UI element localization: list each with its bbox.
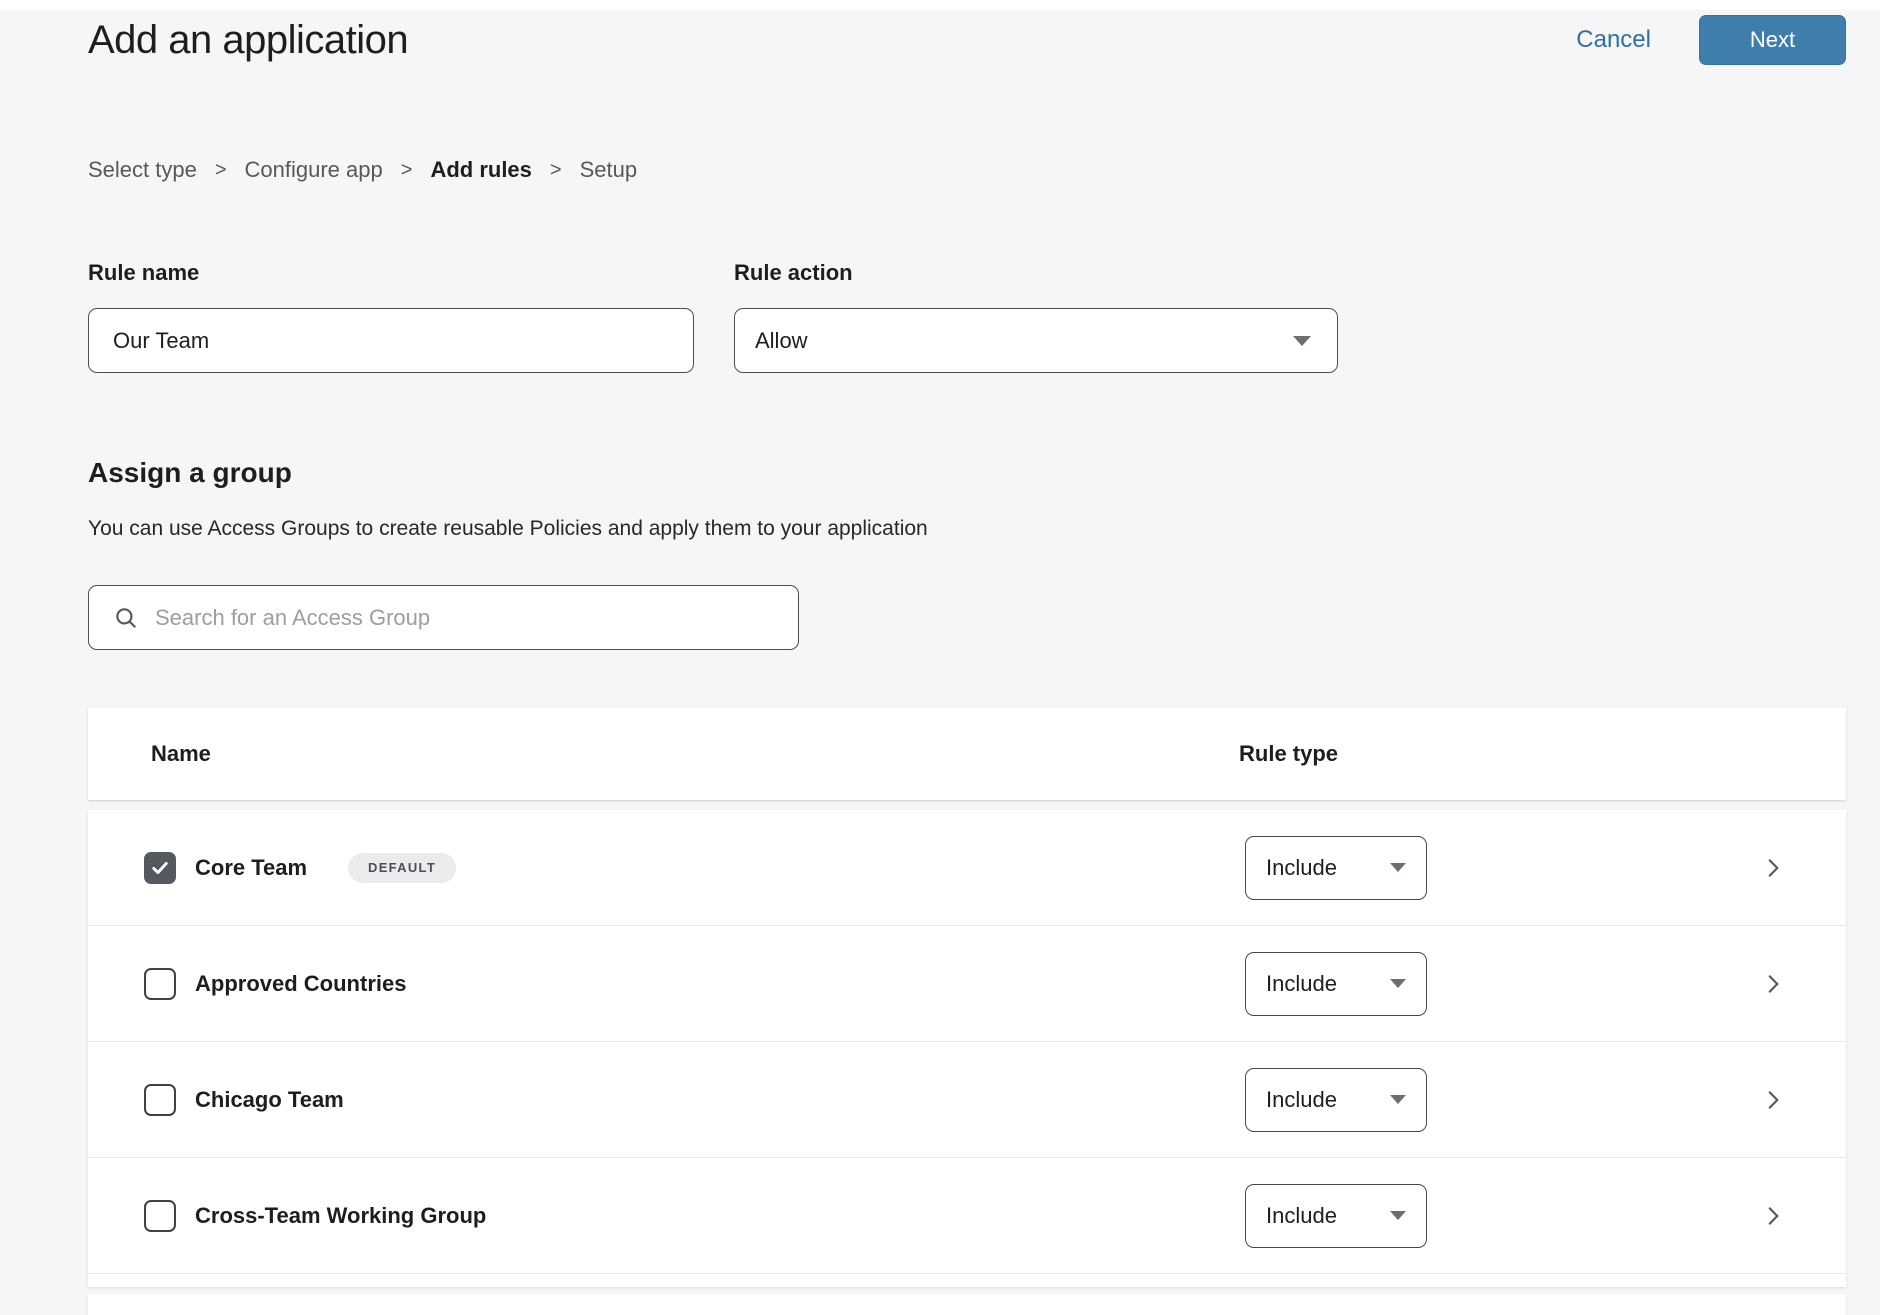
chevron-right-icon[interactable] [1760,971,1786,997]
page-title: Add an application [88,18,408,63]
next-button[interactable]: Next [1699,15,1846,65]
breadcrumb-step-setup[interactable]: Setup [580,157,638,183]
bottom-partial-card [88,1295,1846,1315]
group-name: Chicago Team [195,1087,344,1113]
rule-type-select[interactable]: Include [1245,1068,1427,1132]
breadcrumb-separator: > [550,159,562,182]
access-groups-table: Name Rule type Core Team DEFAULT Include [88,708,1846,1287]
header-actions: Cancel Next [1576,15,1846,65]
column-header-name: Name [151,741,211,767]
assign-group-heading: Assign a group [88,456,1846,490]
row-checkbox[interactable] [144,968,176,1000]
page-header: Add an application Cancel Next [88,14,1846,66]
search-icon [113,605,139,631]
cancel-button[interactable]: Cancel [1576,26,1651,54]
rule-type-value: Include [1266,1203,1337,1229]
column-header-rule-type: Rule type [1239,741,1338,767]
rule-action-select[interactable]: Allow [734,308,1338,373]
rule-type-value: Include [1266,855,1337,881]
breadcrumb-step-configure-app[interactable]: Configure app [245,157,383,183]
row-checkbox[interactable] [144,1200,176,1232]
assign-group-description: You can use Access Groups to create reus… [88,516,1846,542]
search-input[interactable] [153,604,778,632]
checkmark-icon [150,858,170,878]
breadcrumb-step-add-rules[interactable]: Add rules [430,157,531,183]
top-strip [0,0,1880,10]
page-content: Add an application Cancel Next Select ty… [0,14,1880,1315]
default-badge: DEFAULT [348,853,456,883]
rule-type-value: Include [1266,1087,1337,1113]
table-header-gap [88,800,1846,810]
group-name: Cross-Team Working Group [195,1203,486,1229]
table-row: Chicago Team Include [88,1042,1846,1158]
rule-type-value: Include [1266,971,1337,997]
caret-down-icon [1390,979,1406,988]
table-row: Approved Countries Include [88,926,1846,1042]
caret-down-icon [1390,1211,1406,1220]
rule-action-value: Allow [755,328,808,354]
rule-name-input[interactable] [88,308,694,373]
table-row: Core Team DEFAULT Include [88,810,1846,926]
partial-next-row [88,1274,1846,1287]
chevron-right-icon[interactable] [1760,855,1786,881]
caret-down-icon [1293,336,1311,346]
table-row: Cross-Team Working Group Include [88,1158,1846,1274]
chevron-right-icon[interactable] [1760,1087,1786,1113]
breadcrumb-separator: > [401,159,413,182]
caret-down-icon [1390,863,1406,872]
rule-type-select[interactable]: Include [1245,1184,1427,1248]
group-name: Core Team [195,855,307,881]
access-group-search [88,585,799,650]
rule-type-select[interactable]: Include [1245,952,1427,1016]
rule-action-label: Rule action [734,260,1338,286]
rule-name-field: Rule name [88,260,694,373]
row-checkbox[interactable] [144,852,176,884]
group-name: Approved Countries [195,971,406,997]
rule-action-field: Rule action Allow [734,260,1338,373]
breadcrumb-step-select-type[interactable]: Select type [88,157,197,183]
chevron-right-icon[interactable] [1760,1203,1786,1229]
rule-form: Rule name Rule action Allow [88,260,1846,373]
caret-down-icon [1390,1095,1406,1104]
rule-name-label: Rule name [88,260,694,286]
table-header: Name Rule type [88,708,1846,800]
breadcrumb: Select type > Configure app > Add rules … [88,157,1846,183]
table-body: Core Team DEFAULT Include [88,810,1846,1287]
breadcrumb-separator: > [215,159,227,182]
row-checkbox[interactable] [144,1084,176,1116]
rule-type-select[interactable]: Include [1245,836,1427,900]
